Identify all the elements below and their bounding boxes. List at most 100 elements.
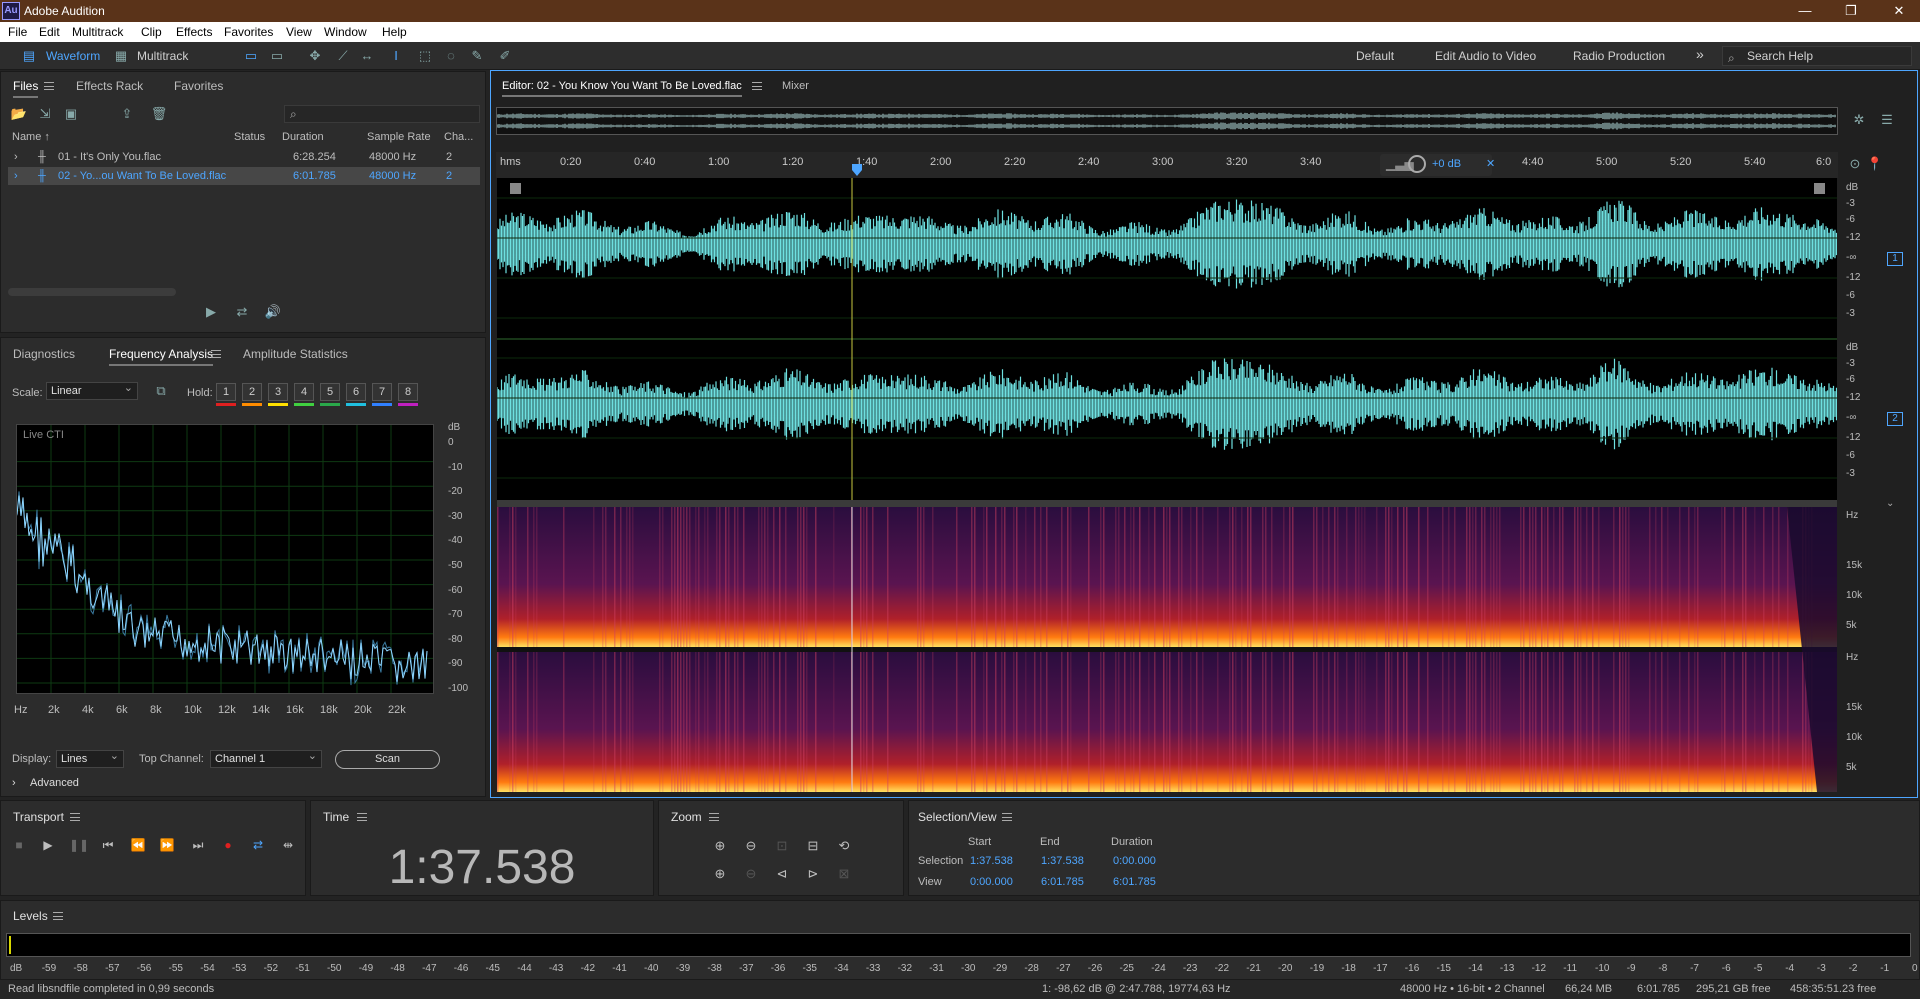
zoom-to-selection-icon[interactable]: ⊡ [772,838,792,856]
zoom-reset-amplitude-icon[interactable]: ⟲ [834,838,854,856]
record-icon[interactable]: ● [219,838,237,854]
menu-edit[interactable]: Edit [39,25,60,39]
tab-diagnostics[interactable]: Diagnostics [13,347,75,361]
tab-mixer[interactable]: Mixer [782,80,809,92]
col-sample-rate[interactable]: Sample Rate [367,131,431,143]
tab-files[interactable]: Files [13,79,39,98]
hold-button-3[interactable]: 3 [268,383,288,401]
files-scrollbar[interactable] [8,288,176,296]
col-duration[interactable]: Duration [282,131,324,143]
editor-menu-icon[interactable] [752,82,762,90]
fast-forward-icon[interactable]: ⏩ [158,838,176,854]
spot-healing-icon[interactable]: ✐ [496,48,514,64]
play-file-icon[interactable]: ▶ [202,304,220,320]
scale-dropdown[interactable]: Linear [46,380,138,400]
menu-window[interactable]: Window [324,25,367,39]
open-file-icon[interactable]: 📂 [10,106,28,122]
freq-panel-menu-icon[interactable] [211,350,221,358]
gain-knob[interactable] [1408,155,1426,173]
stop-icon[interactable]: ■ [10,838,28,854]
zoom-fit-icon[interactable]: ⊠ [834,866,854,884]
zoom-navigator-icon[interactable]: ✲ [1850,112,1868,128]
col-status[interactable]: Status [234,131,265,143]
view-start[interactable]: 0:00.000 [970,876,1013,888]
hold-button-8[interactable]: 8 [398,383,418,401]
expand-view-icon[interactable] [1814,183,1825,194]
skip-selection-icon[interactable]: ⇹ [279,838,297,854]
zoom-in-right-icon[interactable]: ⊳ [803,866,823,884]
transport-menu-icon[interactable] [70,813,80,821]
freeze-graph-icon[interactable]: ⧉ [152,383,170,399]
menu-help[interactable]: Help [382,25,407,39]
file-row[interactable]: › ╫ 01 - It's Only You.flac 6:28.254 480… [8,148,480,166]
move-tool-icon[interactable]: ✥ [306,48,324,64]
insert-into-multitrack-icon[interactable]: ⇪ [118,106,136,122]
channel-map-icon[interactable] [510,183,521,194]
channel-2-toggle[interactable]: 2 [1887,412,1903,426]
pin-hud-icon[interactable]: ✕ [1486,157,1495,170]
delete-icon[interactable]: 🗑 [150,106,168,122]
rewind-icon[interactable]: ⏪ [129,838,147,854]
razor-tool-icon[interactable]: ⟋ [334,48,352,64]
lasso-tool-icon[interactable]: ◌ [442,48,460,64]
selection-menu-icon[interactable] [1002,813,1012,821]
brush-tool-icon[interactable]: ✎ [468,48,486,64]
tab-frequency-analysis[interactable]: Frequency Analysis [109,347,214,366]
selection-duration[interactable]: 0:00.000 [1113,855,1156,867]
time-menu-icon[interactable] [357,813,367,821]
waveform-display-icon[interactable]: ▭ [242,48,260,64]
workspace-radio-production[interactable]: Radio Production [1573,49,1665,63]
menu-clip[interactable]: Clip [141,25,162,39]
gain-value[interactable]: +0 dB [1432,158,1461,170]
tab-favorites[interactable]: Favorites [174,79,223,93]
workspace-edit-audio-to-video[interactable]: Edit Audio to Video [1435,49,1536,63]
multitrack-button[interactable]: Multitrack [137,46,188,66]
menu-view[interactable]: View [286,25,312,39]
files-panel-menu-icon[interactable] [44,82,54,90]
spectral-display-icon[interactable]: ▭ [268,48,286,64]
hold-button-4[interactable]: 4 [294,383,314,401]
close-button[interactable]: ✕ [1884,2,1914,20]
search-help-input[interactable]: Search Help [1722,46,1912,66]
new-file-icon[interactable]: ▣ [62,106,80,122]
tab-editor[interactable]: Editor: 02 - You Know You Want To Be Lov… [502,80,742,97]
display-dropdown[interactable]: Lines [56,748,124,768]
hold-button-7[interactable]: 7 [372,383,392,401]
spectral-divider[interactable] [497,500,1837,507]
import-file-icon[interactable]: ⇲ [36,106,54,122]
pause-icon[interactable]: ❚❚ [69,838,89,854]
expand-chevron-icon[interactable]: › [14,151,18,163]
previous-icon[interactable]: ⏮ [99,838,117,854]
selection-start[interactable]: 1:37.538 [970,855,1013,867]
menu-multitrack[interactable]: Multitrack [72,25,123,39]
zoom-menu-icon[interactable] [709,813,719,821]
selection-end[interactable]: 1:37.538 [1041,855,1084,867]
hold-button-6[interactable]: 6 [346,383,366,401]
hold-button-1[interactable]: 1 [216,383,236,401]
tab-effects-rack[interactable]: Effects Rack [76,79,143,93]
marquee-tool-icon[interactable]: ⬚ [416,48,434,64]
overview-bar[interactable] [496,107,1838,135]
zoom-in-amplitude-icon[interactable]: ⊕ [710,838,730,856]
col-channels[interactable]: Cha... [444,131,473,143]
zoom-out-amplitude-icon[interactable]: ⊖ [741,838,761,856]
expand-chevron-icon[interactable]: › [14,170,18,182]
more-workspaces-button[interactable]: » [1696,46,1704,62]
play-icon[interactable]: ▶ [39,838,57,854]
spectral-display[interactable] [497,507,1837,792]
zoom-in-time-icon[interactable]: ⊕ [710,866,730,884]
auto-play-icon[interactable]: 🔊 [264,304,282,320]
menu-favorites[interactable]: Favorites [224,25,273,39]
editor-options-icon[interactable]: ☰ [1878,112,1896,128]
menu-file[interactable]: File [8,25,27,39]
channel-1-toggle[interactable]: 1 [1887,252,1903,266]
spectral-collapse-icon[interactable]: ⌄ [1886,498,1894,509]
tab-amplitude-statistics[interactable]: Amplitude Statistics [243,347,348,361]
slip-tool-icon[interactable]: ↔ [358,48,376,64]
levels-menu-icon[interactable] [53,912,63,920]
view-duration[interactable]: 6:01.785 [1113,876,1156,888]
view-end[interactable]: 6:01.785 [1041,876,1084,888]
advanced-toggle[interactable]: Advanced [30,777,79,789]
zoom-in-left-icon[interactable]: ⊲ [772,866,792,884]
file-row-selected[interactable]: › ╫ 02 - Yo...ou Want To Be Loved.flac 6… [8,167,480,185]
